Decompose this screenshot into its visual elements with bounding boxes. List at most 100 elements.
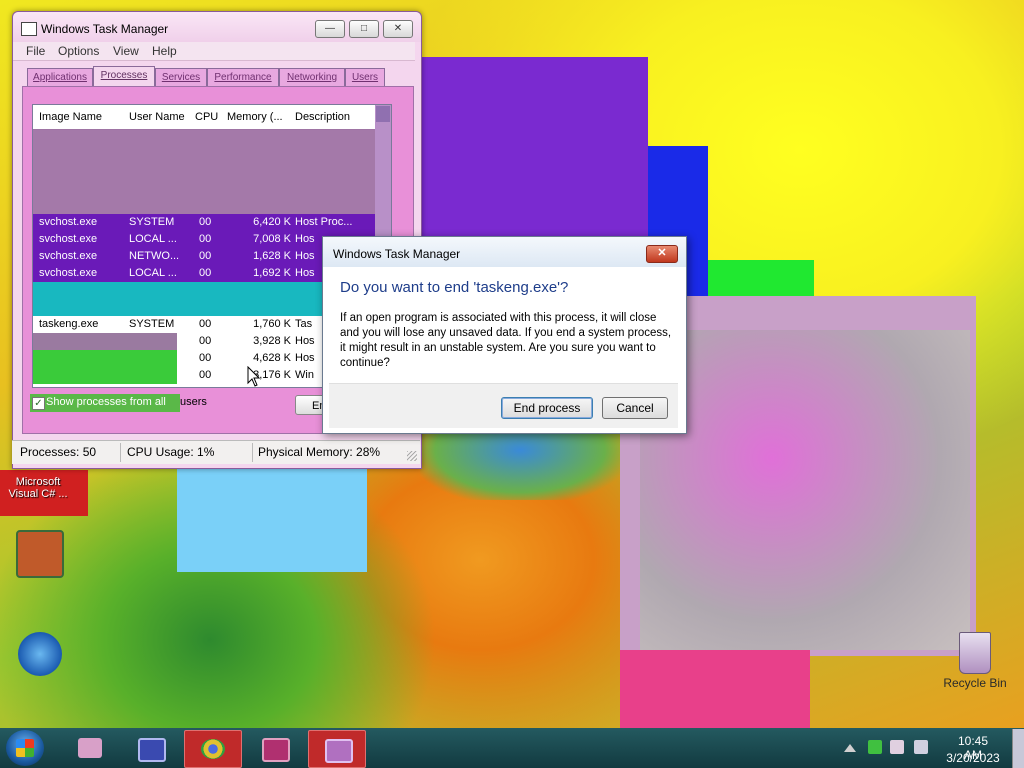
chrome-icon [201,739,225,759]
table-row[interactable]: svchost.exe SYSTEM 00 6,420 K Host Proc.… [33,214,375,231]
status-bar: Processes: 50 CPU Usage: 1% Physical Mem… [12,440,420,464]
cell-cpu: 00 [199,233,212,245]
cancel-button[interactable]: Cancel [602,397,668,419]
desktop-icon-label: Microsoft Visual C# ... [8,476,68,500]
show-all-label: Show processes from all [46,396,166,408]
window-title: Windows Task Manager [41,22,169,36]
cell-cpu: 00 [199,352,212,364]
taskbar-item-visual-csharp[interactable] [246,730,302,766]
end-process-dialog: Windows Task Manager ✕ Do you want to en… [322,236,687,434]
desktop-icon-visual-csharp[interactable]: Microsoft Visual C# ... [0,474,76,500]
clock-date[interactable]: 3/20/2023 [940,751,1006,765]
show-all-processes-checkbox[interactable]: ✓ Show processes from all users [30,394,207,412]
menu-bar: File Options View Help [13,42,415,61]
status-memory: Physical Memory: 28% [258,445,381,459]
cell-user-name: LOCAL ... [129,233,177,245]
tab-performance[interactable]: Performance [207,68,279,86]
cell-image-name: svchost.exe [39,267,98,279]
dev-cpp-icon [18,632,62,676]
task-manager-titlebar[interactable]: Windows Task Manager — □ ✕ [13,12,421,42]
color-block [420,57,648,247]
menu-view[interactable]: View [113,44,139,58]
action-center-flag-icon[interactable] [890,740,904,754]
column-description[interactable]: Description [295,111,350,123]
taskbar [0,728,1024,768]
csharp-icon [262,738,290,762]
dialog-heading: Do you want to end 'taskeng.exe'? [340,279,569,296]
color-block [640,330,970,650]
taskbar-item-chrome[interactable] [184,730,242,768]
cell-user-name: NETWO... [129,250,180,262]
faded-rows [33,129,375,214]
cell-description: Host Proc... [295,216,353,228]
scroll-up-icon[interactable] [376,106,390,122]
dialog-titlebar[interactable]: Windows Task Manager ✕ [323,237,686,267]
tab-networking[interactable]: Networking [279,68,345,86]
dialog-close-button[interactable]: ✕ [646,245,678,263]
mouse-cursor-icon [247,366,261,387]
volume-icon[interactable] [914,740,928,754]
task-manager-icon [325,739,353,763]
end-process-button[interactable]: End process [501,397,593,419]
close-icon: ✕ [393,23,403,34]
desktop-icon-recycle-bin[interactable]: Recycle Bin [937,632,1013,690]
cell-user-name: SYSTEM [129,216,175,228]
minimize-icon: — [325,23,335,34]
tab-applications[interactable]: Applications [27,68,93,86]
tab-services[interactable]: Services [155,68,207,86]
menu-file[interactable]: File [26,44,45,58]
task-manager-app-icon [21,22,37,36]
desktop-icon-dev-cpp[interactable] [2,632,78,678]
resize-grip-icon[interactable] [407,451,417,461]
menu-help[interactable]: Help [152,44,177,58]
cell-memory: 3,928 K [253,335,291,347]
cell-image-name: svchost.exe [39,233,98,245]
color-block [620,650,810,728]
cell-memory: 1,628 K [253,250,291,262]
cell-memory: 4,628 K [253,352,291,364]
folder-icon [78,738,102,758]
cell-image-name: svchost.exe [39,216,98,228]
column-cpu[interactable]: CPU [195,111,218,123]
minimize-button[interactable]: — [315,20,345,38]
checkmark-icon: ✓ [32,397,45,410]
process-list-header: Image Name User Name CPU Memory (... Des… [33,105,375,130]
windows-logo-icon [16,739,34,757]
show-desktop-button[interactable] [1012,729,1024,768]
taskbar-item-task-manager[interactable] [308,730,366,768]
menu-options[interactable]: Options [58,44,99,58]
tab-users[interactable]: Users [345,68,385,86]
media-player-icon [138,738,166,762]
maximize-button[interactable]: □ [349,20,379,38]
cell-cpu: 00 [199,369,212,381]
maximize-icon: □ [360,23,368,34]
recycle-bin-icon [959,632,991,674]
taskbar-item-explorer[interactable] [62,730,118,766]
taskbar-item-media-player[interactable] [122,730,178,766]
start-button[interactable] [6,730,44,766]
column-user-name[interactable]: User Name [129,111,185,123]
cell-memory: 7,008 K [253,233,291,245]
status-divider [120,443,121,462]
cell-memory: 1,760 K [253,318,291,330]
cell-cpu: 00 [199,267,212,279]
desktop-icon-visual-studio[interactable] [2,530,78,580]
cell-user-name: SYSTEM [129,318,175,330]
column-image-name[interactable]: Image Name [39,111,102,123]
status-divider [252,443,253,462]
cell-memory: 6,420 K [253,216,291,228]
color-block [177,460,367,572]
dialog-body: Do you want to end 'taskeng.exe'? If an … [329,267,678,383]
network-icon[interactable] [868,740,882,754]
cell-cpu: 00 [199,335,212,347]
column-memory[interactable]: Memory (... [227,111,283,123]
dialog-message: If an open program is associated with th… [340,312,672,369]
cell-cpu: 00 [199,216,212,228]
cell-cpu: 00 [199,318,212,330]
show-hidden-icons-icon[interactable] [844,744,856,752]
close-button[interactable]: ✕ [383,20,413,38]
cell-image-name: svchost.exe [39,250,98,262]
desktop-icon-label: Recycle Bin [943,676,1007,690]
tab-processes[interactable]: Processes [93,66,155,87]
visual-studio-icon [16,530,64,578]
